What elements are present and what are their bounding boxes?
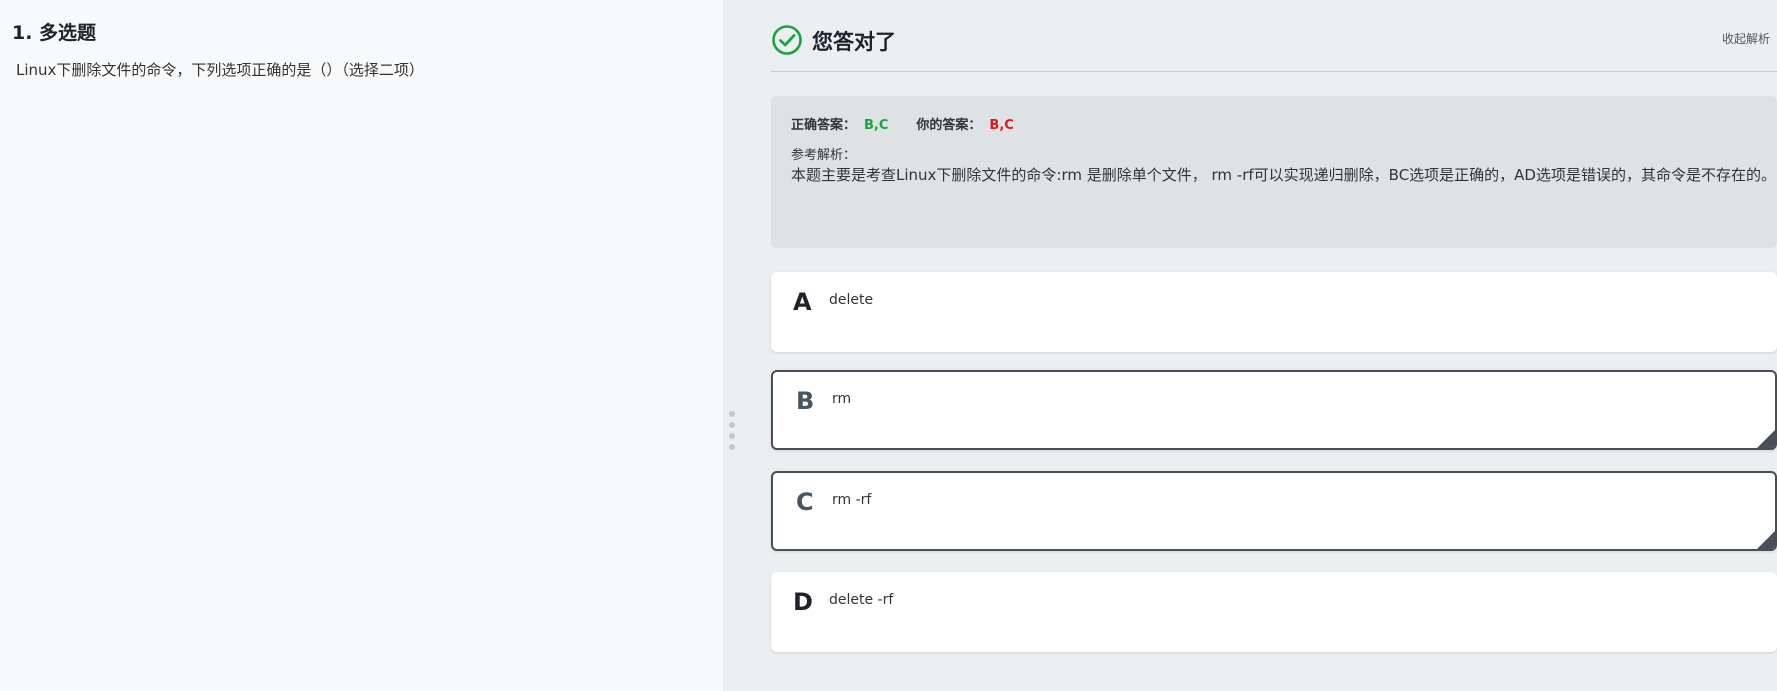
- drag-dot-icon: [729, 422, 735, 428]
- explanation-text: 本题主要是考查Linux下删除文件的命令:rm 是删除单个文件， rm -rf可…: [791, 166, 1776, 184]
- answers-row: 正确答案： B,C 你的答案： B,C: [791, 114, 1014, 133]
- option-text: rm -rf: [832, 492, 872, 508]
- drag-dot-icon: [729, 444, 735, 450]
- option-letter: C: [796, 488, 814, 516]
- result-status-text: 您答对了: [812, 30, 896, 54]
- pane-resize-handle[interactable]: [723, 0, 743, 691]
- option-letter: D: [793, 588, 813, 616]
- option-text: delete -rf: [829, 592, 894, 608]
- check-circle-icon: [771, 24, 803, 56]
- your-answer-value: B,C: [989, 118, 1014, 133]
- option-b[interactable]: B rm: [771, 370, 1777, 450]
- option-letter: B: [796, 387, 815, 415]
- option-a[interactable]: A delete: [771, 272, 1777, 352]
- option-d[interactable]: D delete -rf: [771, 572, 1777, 652]
- analysis-box: 正确答案： B,C 你的答案： B,C 参考解析： 本题主要是考查Linux下删除文件…: [771, 96, 1777, 248]
- option-letter: A: [793, 288, 812, 316]
- explanation-label: 参考解析：: [791, 148, 857, 163]
- correct-answer-value: B,C: [864, 118, 889, 133]
- correct-answer-label: 正确答案：: [791, 118, 857, 133]
- drag-dot-icon: [729, 433, 735, 439]
- question-title: 1. 多选题: [12, 22, 97, 44]
- question-pane: 1. 多选题 Linux下删除文件的命令，下列选项正确的是（）（选择二项）: [0, 0, 723, 691]
- result-header: 您答对了 收起解析: [771, 20, 1777, 72]
- drag-dot-icon: [729, 411, 735, 417]
- collapse-analysis-button[interactable]: 收起解析: [1722, 30, 1770, 47]
- your-answer-label: 你的答案：: [916, 118, 982, 133]
- option-text: delete: [829, 292, 874, 308]
- question-text: Linux下删除文件的命令，下列选项正确的是（）（选择二项）: [16, 61, 424, 79]
- answer-pane: 您答对了 收起解析 正确答案： B,C 你的答案： B,C 参考解析： 本题主要是考查…: [723, 0, 1777, 691]
- selected-corner-icon: [1757, 430, 1775, 448]
- option-text: rm: [832, 391, 852, 407]
- selected-corner-icon: [1757, 531, 1775, 549]
- option-c[interactable]: C rm -rf: [771, 471, 1777, 551]
